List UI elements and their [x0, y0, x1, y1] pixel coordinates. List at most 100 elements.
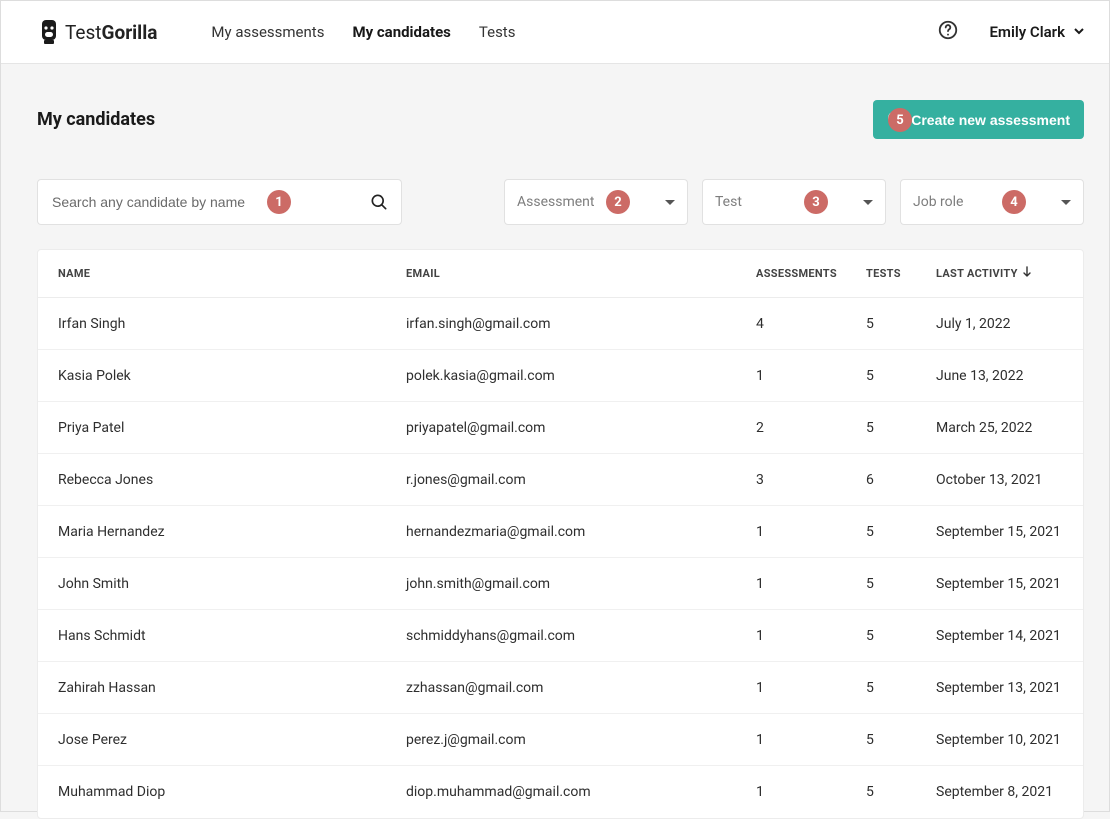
row-open-chevron[interactable] — [1066, 367, 1084, 385]
cell-name: Irfan Singh — [58, 316, 406, 332]
caret-down-icon — [863, 200, 873, 205]
cell-email: hernandezmaria@gmail.com — [406, 524, 756, 540]
table-row[interactable]: John Smithjohn.smith@gmail.com15Septembe… — [38, 558, 1083, 610]
col-header-name[interactable]: Name — [58, 267, 406, 280]
table-row[interactable]: Maria Hernandezhernandezmaria@gmail.com1… — [38, 506, 1083, 558]
table-row[interactable]: Irfan Singhirfan.singh@gmail.com45July 1… — [38, 298, 1083, 350]
cell-last-activity: September 15, 2021 — [936, 576, 1066, 592]
cell-assessments: 4 — [756, 316, 866, 332]
sort-down-icon — [1022, 266, 1032, 281]
caret-down-icon — [1061, 200, 1071, 205]
brand-first: Test — [65, 21, 102, 44]
candidates-table: Name Email Assessments Tests Last Activi… — [37, 249, 1084, 819]
row-open-chevron[interactable] — [1066, 471, 1084, 489]
cell-email: polek.kasia@gmail.com — [406, 368, 756, 384]
cell-tests: 5 — [866, 524, 936, 540]
cell-name: Muhammad Diop — [58, 784, 406, 800]
row-open-chevron[interactable] — [1066, 731, 1084, 749]
filter-job-role[interactable]: Job role 4 — [900, 179, 1084, 225]
search-box[interactable]: 1 — [37, 179, 402, 225]
row-open-chevron[interactable] — [1066, 783, 1084, 801]
cell-assessments: 1 — [756, 368, 866, 384]
filter-test[interactable]: Test 3 — [702, 179, 886, 225]
cell-name: Jose Perez — [58, 732, 406, 748]
filter-job-role-label: Job role — [913, 194, 1061, 210]
cell-last-activity: July 1, 2022 — [936, 316, 1066, 332]
filter-assessment[interactable]: Assessment 2 — [504, 179, 688, 225]
cell-assessments: 1 — [756, 524, 866, 540]
table-row[interactable]: Hans Schmidtschmiddyhans@gmail.com15Sept… — [38, 610, 1083, 662]
annotation-badge-1: 1 — [267, 190, 291, 214]
table-body: Irfan Singhirfan.singh@gmail.com4 5 July 1… — [38, 298, 1083, 818]
page-title: My candidates — [37, 109, 155, 130]
filters-right: Assessment 2 Test 3 Job role 4 — [504, 179, 1084, 225]
chevron-down-icon — [1073, 23, 1085, 41]
nav-item-my-assessments[interactable]: My assessments — [211, 19, 324, 45]
row-open-chevron[interactable] — [1066, 419, 1084, 437]
user-menu[interactable]: Emily Clark — [989, 23, 1085, 41]
row-open-chevron[interactable] — [1066, 315, 1084, 333]
col-header-last-activity[interactable]: Last Activity — [936, 266, 1066, 281]
user-name: Emily Clark — [989, 23, 1065, 41]
nav-item-tests[interactable]: Tests — [479, 19, 516, 45]
cell-email: irfan.singh@gmail.com — [406, 316, 756, 332]
cell-tests: 5 — [866, 420, 936, 436]
cell-email: zzhassan@gmail.com — [406, 680, 756, 696]
cell-name: Kasia Polek — [58, 368, 406, 384]
cell-assessments: 1 — [756, 732, 866, 748]
cell-tests: 5 — [866, 368, 936, 384]
table-row[interactable]: Zahirah Hassanzzhassan@gmail.com15Septem… — [38, 662, 1083, 714]
cell-tests: 6 — [866, 472, 936, 488]
cell-last-activity: September 8, 2021 — [936, 784, 1066, 800]
cell-name: John Smith — [58, 576, 406, 592]
main-nav: My assessments My candidates Tests — [211, 19, 515, 45]
cell-assessments: 2 — [756, 420, 866, 436]
nav-item-my-candidates[interactable]: My candidates — [352, 19, 450, 45]
col-header-tests[interactable]: Tests — [866, 267, 936, 280]
header-right: Emily Clark — [937, 19, 1085, 45]
cell-tests: 5 — [866, 784, 936, 800]
row-open-chevron[interactable] — [1066, 627, 1084, 645]
cell-assessments: 1 — [756, 628, 866, 644]
search-icon[interactable] — [357, 192, 401, 212]
cell-last-activity: September 14, 2021 — [936, 628, 1066, 644]
table-header: Name Email Assessments Tests Last Activi… — [38, 250, 1083, 298]
brand-logo[interactable]: TestGorilla — [39, 19, 157, 45]
cell-email: perez.j@gmail.com — [406, 732, 756, 748]
annotation-badge-3: 3 — [804, 190, 828, 214]
cell-last-activity: October 13, 2021 — [936, 472, 1066, 488]
cell-assessments: 1 — [756, 680, 866, 696]
row-open-chevron[interactable] — [1066, 523, 1084, 541]
table-row[interactable]: Rebecca Jonesr.jones@gmail.com36October … — [38, 454, 1083, 506]
col-header-email[interactable]: Email — [406, 267, 756, 280]
cell-tests: 5 — [866, 576, 936, 592]
filter-test-label: Test — [715, 194, 863, 210]
annotation-badge-2: 2 — [606, 190, 630, 214]
search-input[interactable] — [38, 194, 357, 210]
table-row[interactable]: Kasia Polekpolek.kasia@gmail.com15June 1… — [38, 350, 1083, 402]
caret-down-icon — [665, 200, 675, 205]
cell-name: Zahirah Hassan — [58, 680, 406, 696]
cell-tests: 5 — [866, 628, 936, 644]
cell-name: Rebecca Jones — [58, 472, 406, 488]
annotation-badge-5: 5 — [888, 108, 912, 132]
cell-assessments: 1 — [756, 576, 866, 592]
cell-last-activity: September 15, 2021 — [936, 524, 1066, 540]
cell-last-activity: September 10, 2021 — [936, 732, 1066, 748]
cell-name: Maria Hernandez — [58, 524, 406, 540]
cell-last-activity: September 13, 2021 — [936, 680, 1066, 696]
app-header: TestGorilla My assessments My candidates T… — [1, 1, 1109, 64]
page-body: My candidates 5 Create new assessment 1 … — [1, 64, 1109, 819]
cell-email: priyapatel@gmail.com — [406, 420, 756, 436]
table-row[interactable]: Jose Perezperez.j@gmail.com15September 1… — [38, 714, 1083, 766]
gorilla-icon — [39, 19, 59, 45]
cell-name: Hans Schmidt — [58, 628, 406, 644]
table-row[interactable]: Muhammad Diopdiop.muhammad@gmail.com15Se… — [38, 766, 1083, 818]
help-icon[interactable] — [937, 19, 959, 45]
row-open-chevron[interactable] — [1066, 679, 1084, 697]
filter-assessment-label: Assessment — [517, 194, 665, 210]
page-head: My candidates 5 Create new assessment — [37, 100, 1084, 139]
table-row[interactable]: Priya Patelpriyapatel@gmail.com25March 2… — [38, 402, 1083, 454]
row-open-chevron[interactable] — [1066, 575, 1084, 593]
col-header-assessments[interactable]: Assessments — [756, 267, 866, 280]
